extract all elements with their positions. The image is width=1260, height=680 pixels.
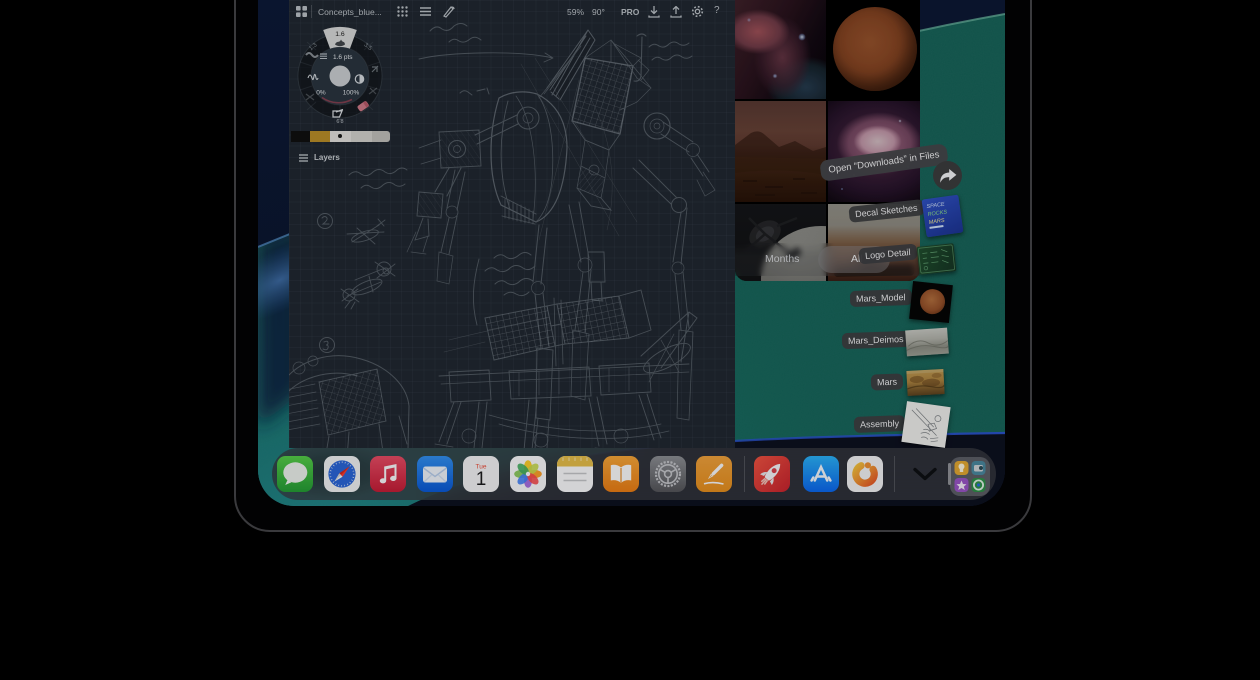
svg-text:1: 1: [476, 469, 487, 490]
